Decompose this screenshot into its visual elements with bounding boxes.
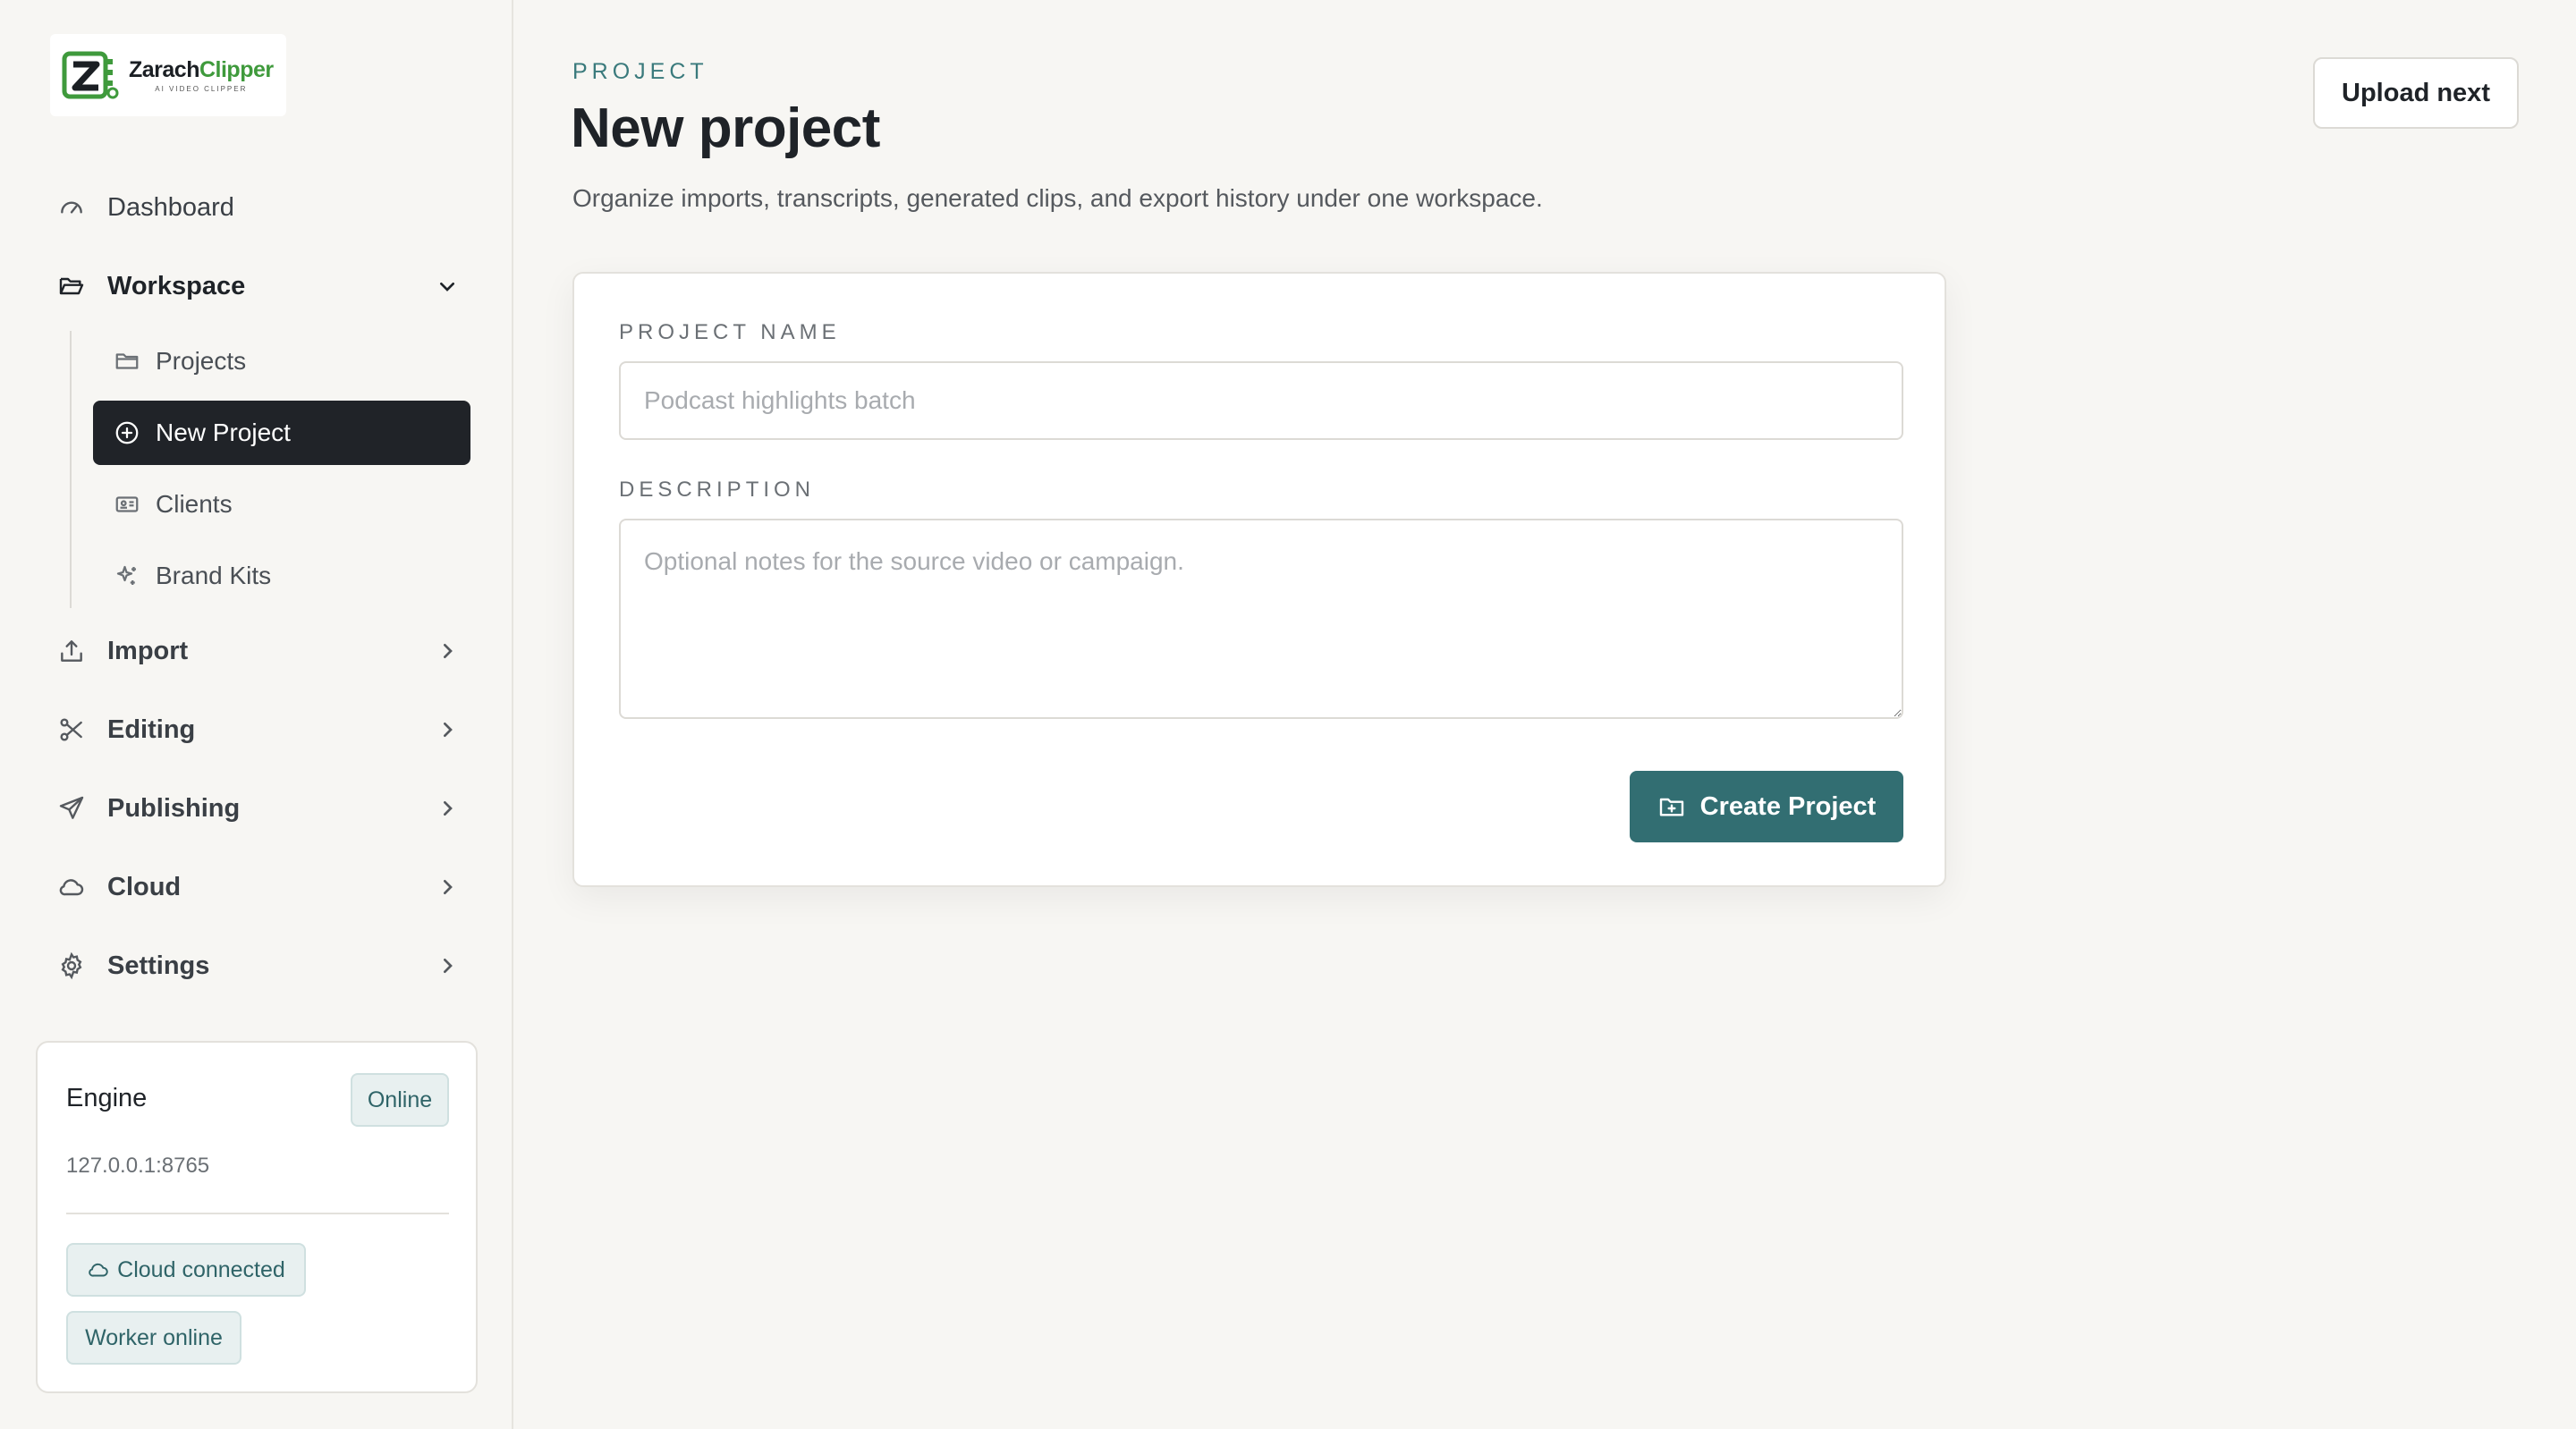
nav-workspace-label: Workspace <box>107 271 246 300</box>
nav-publishing-label: Publishing <box>107 793 241 823</box>
nav-publishing[interactable]: Publishing <box>50 780 470 837</box>
brand-name-part1: Zarach <box>129 57 199 82</box>
chevron-down-icon[interactable] <box>433 272 462 300</box>
nav-editing[interactable]: Editing <box>50 701 470 758</box>
id-card-icon <box>113 490 141 519</box>
description-textarea[interactable] <box>619 519 1903 719</box>
subnav-projects[interactable]: Projects <box>93 329 470 393</box>
send-icon <box>55 792 88 824</box>
logo-mark-icon <box>62 51 119 99</box>
nav-settings-label: Settings <box>107 951 210 980</box>
brand-tagline: AI VIDEO CLIPPER <box>155 85 248 93</box>
folder-icon <box>113 347 141 376</box>
folder-open-icon <box>55 270 88 302</box>
upload-next-button[interactable]: Upload next <box>2313 57 2519 129</box>
sidebar: ZarachClipper AI VIDEO CLIPPER Dashboard… <box>0 0 513 1429</box>
nav-settings[interactable]: Settings <box>50 937 470 994</box>
cloud-icon <box>55 871 88 903</box>
gauge-icon <box>55 191 88 224</box>
scissors-icon <box>55 714 88 746</box>
nav-workspace[interactable]: Workspace <box>50 258 470 315</box>
engine-title: Engine <box>66 1084 148 1112</box>
chevron-right-icon[interactable] <box>433 715 462 744</box>
nav-cloud[interactable]: Cloud <box>50 858 470 916</box>
brand-name: ZarachClipper <box>129 57 274 83</box>
nav-editing-label: Editing <box>107 714 196 744</box>
chevron-right-icon[interactable] <box>433 794 462 823</box>
subnav-clients-label: Clients <box>156 490 233 518</box>
engine-status-card: Engine Online 127.0.0.1:8765 Cloud conne… <box>36 1041 478 1393</box>
subnav-projects-label: Projects <box>156 347 247 375</box>
new-project-form: PROJECT NAME DESCRIPTION Create Project <box>572 272 1946 887</box>
subnav-new-project-label: New Project <box>156 419 291 446</box>
description-label: DESCRIPTION <box>619 478 816 502</box>
create-project-label: Create Project <box>1699 791 1877 821</box>
page-eyebrow: PROJECT <box>572 59 708 84</box>
worker-online-badge: Worker online <box>66 1311 242 1365</box>
cloud-connected-label: Cloud connected <box>117 1256 285 1282</box>
page-subtitle: Organize imports, transcripts, generated… <box>572 184 1543 212</box>
subnav-brand-kits-label: Brand Kits <box>156 562 272 589</box>
brand-name-part2: Clipper <box>199 57 274 82</box>
sparkles-icon <box>113 562 141 590</box>
project-name-label: PROJECT NAME <box>619 320 841 344</box>
page-title: New project <box>571 97 880 159</box>
subnav-brand-kits[interactable]: Brand Kits <box>93 544 470 608</box>
project-name-input[interactable] <box>619 361 1903 440</box>
nav-cloud-label: Cloud <box>107 872 182 901</box>
nav-import[interactable]: Import <box>50 622 470 680</box>
chevron-right-icon[interactable] <box>433 637 462 665</box>
engine-divider <box>66 1213 449 1214</box>
chevron-right-icon[interactable] <box>433 873 462 901</box>
folder-plus-icon <box>1659 798 1683 816</box>
cloud-icon <box>89 1263 108 1277</box>
plus-circle-icon <box>113 419 141 447</box>
create-project-button[interactable]: Create Project <box>1630 771 1903 842</box>
chevron-right-icon[interactable] <box>433 951 462 980</box>
cloud-connected-badge: Cloud connected <box>66 1243 306 1297</box>
brand-logo[interactable]: ZarachClipper AI VIDEO CLIPPER <box>50 34 286 116</box>
upload-icon <box>55 635 88 667</box>
nav-dashboard-label: Dashboard <box>107 192 234 222</box>
nav-import-label: Import <box>107 636 189 665</box>
workspace-subnav-line <box>70 331 72 608</box>
subnav-clients[interactable]: Clients <box>93 472 470 537</box>
nav-dashboard[interactable]: Dashboard <box>50 179 470 236</box>
subnav-new-project[interactable]: New Project <box>93 401 470 465</box>
engine-address: 127.0.0.1:8765 <box>66 1154 210 1178</box>
engine-status-badge: Online <box>351 1073 449 1127</box>
gear-icon <box>55 950 88 982</box>
